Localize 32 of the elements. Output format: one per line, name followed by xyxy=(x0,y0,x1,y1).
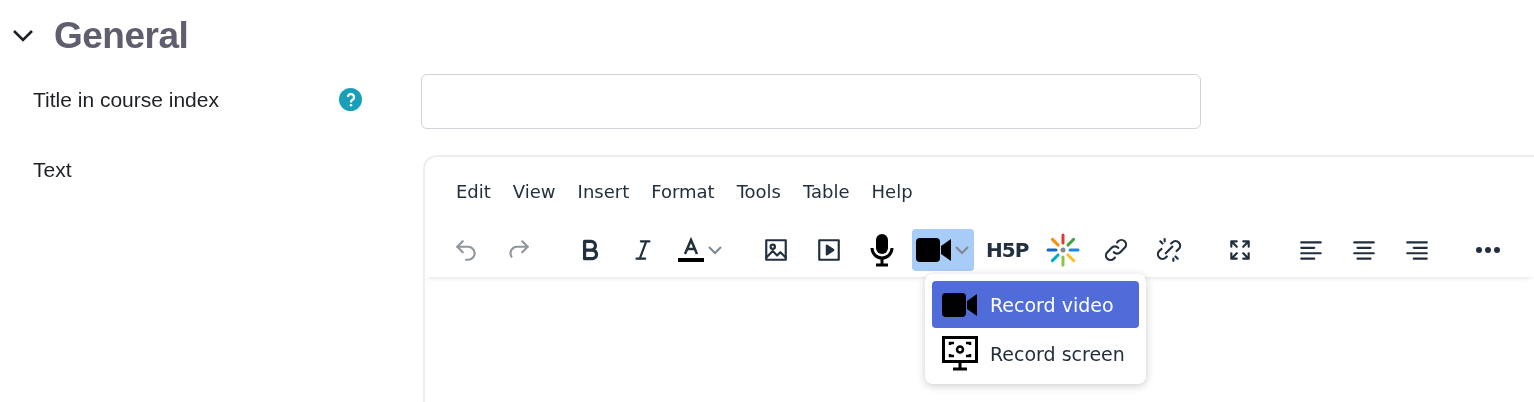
dropdown-item[interactable]: Record video xyxy=(932,281,1139,328)
text-color-icon xyxy=(677,236,705,264)
toolbar-button[interactable] xyxy=(912,229,974,271)
field-label: Text xyxy=(32,157,73,183)
video-camera-icon xyxy=(942,291,978,318)
menu-item[interactable]: Insert xyxy=(566,181,641,217)
toolbar-button[interactable]: H5P xyxy=(982,229,1033,271)
menu-item[interactable]: View xyxy=(501,181,567,217)
video-camera-icon xyxy=(916,237,952,263)
section-title: General xyxy=(54,15,189,57)
chevron-down-icon xyxy=(707,245,723,255)
field-label: Title in course index xyxy=(32,87,220,113)
unlink-icon xyxy=(1155,237,1182,263)
menu-item[interactable]: Tools xyxy=(725,181,792,217)
chevron-icon[interactable] xyxy=(12,29,34,43)
play-icon xyxy=(815,237,842,263)
link-icon xyxy=(1102,237,1129,263)
menu-item[interactable]: Help xyxy=(860,181,924,217)
dropdown-item[interactable]: Record screen xyxy=(932,330,1139,377)
image-icon xyxy=(762,237,789,263)
item-label: Record screen xyxy=(990,342,1125,365)
menu-item[interactable]: Edit xyxy=(445,181,502,217)
monitor-icon xyxy=(942,335,978,372)
help-icon[interactable] xyxy=(339,88,362,111)
more-icon xyxy=(1474,246,1501,254)
menu-item[interactable]: Format xyxy=(640,181,726,217)
chevron-down-icon xyxy=(954,245,970,255)
item-label: Record video xyxy=(990,293,1114,316)
logo-text: H5P xyxy=(986,238,1029,262)
title-input-field[interactable] xyxy=(421,74,1201,129)
menu-item[interactable]: Table xyxy=(792,181,861,217)
sparkle-icon xyxy=(1045,233,1080,267)
